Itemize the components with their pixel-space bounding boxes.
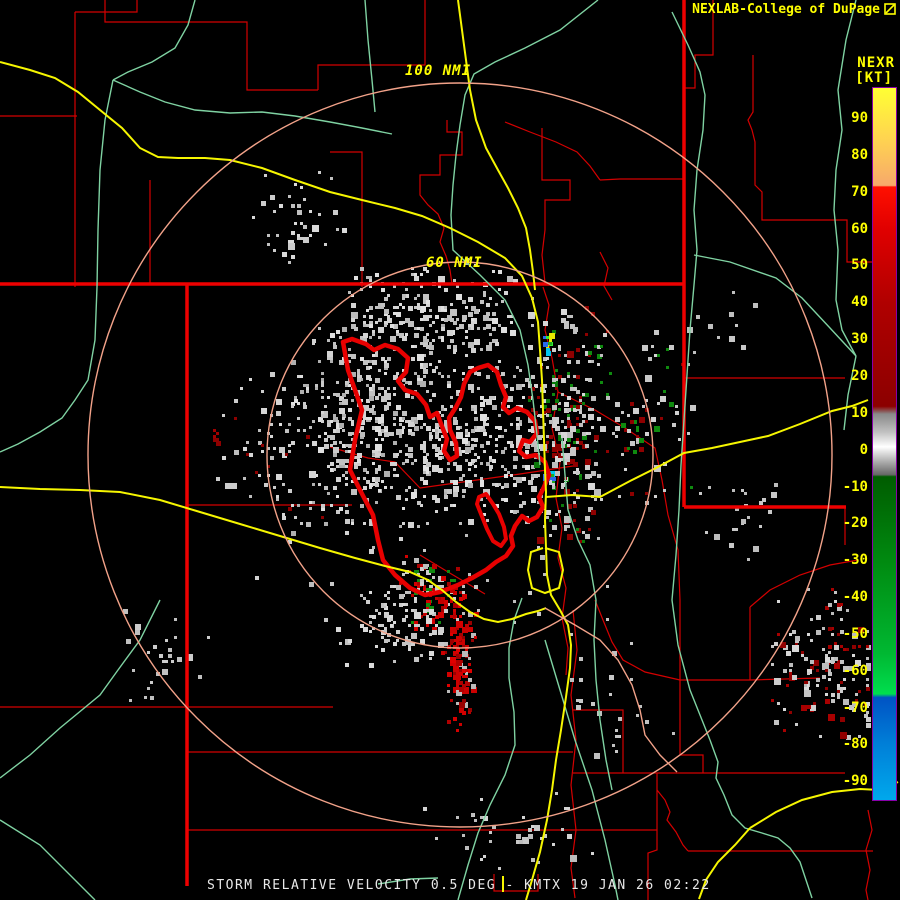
colorbar-tick: 60	[851, 220, 868, 237]
colorbar-tick: -40	[842, 589, 868, 606]
colorbar-tick: 40	[851, 294, 868, 311]
echo-cluster-south-red-column	[441, 597, 479, 732]
colorbar-tick: 50	[851, 257, 868, 274]
branding-text: NEXLAB-College of DuPage	[692, 2, 880, 17]
colorbar-tick: 30	[851, 331, 868, 348]
echo-cluster-wide-scatter	[240, 276, 661, 682]
echo-cluster-nw-sparse	[252, 171, 347, 264]
colorbar-tick: -90	[842, 773, 868, 790]
colorbar-tick: -60	[842, 662, 868, 679]
echo-cluster-velocity-couplet-north	[543, 333, 555, 356]
range-ring-inner-label: 60 NMI	[426, 255, 483, 271]
colorbar-tick: 0	[859, 441, 868, 458]
product-title: STORM RELATIVE VELOCITY 0.5 DEG - KMTX 1…	[207, 878, 711, 893]
colorbar-tick: 70	[851, 183, 868, 200]
colorbar-tick: 90	[851, 110, 868, 126]
colorbar-tick: -10	[842, 478, 868, 495]
echo-cluster-right-mid-sparse	[699, 483, 778, 561]
range-ring-outer-label: 100 NMI	[405, 63, 472, 79]
echo-cluster-ne-sparse	[648, 291, 758, 366]
colorbar-tick: -20	[842, 515, 868, 532]
lake-outline	[340, 336, 552, 598]
branding: NEXLAB-College of DuPage	[692, 2, 896, 17]
units-label: [KT]	[855, 70, 893, 86]
cod-logo-icon	[884, 3, 896, 15]
echo-cluster-nw-red-spot	[213, 429, 221, 446]
colorbar-tick: -30	[842, 552, 868, 569]
radar-echoes	[123, 171, 871, 870]
echo-cluster-left-sparse	[123, 609, 210, 702]
colorbar-gradient	[872, 87, 897, 801]
colorbar-tick: -50	[842, 625, 868, 642]
product-label: NEXR	[857, 55, 895, 71]
radar-map	[0, 0, 899, 900]
radar-display: NEXLAB-College of DuPage NEXR [KT] 90 80 7…	[0, 0, 900, 900]
island-outline	[475, 492, 508, 548]
yellow-roads	[0, 0, 899, 900]
colorbar-tick: 20	[851, 367, 868, 384]
colorbar-tick: -70	[842, 699, 868, 716]
echo-cluster-south-gray	[336, 585, 448, 668]
colorbar-tick: 80	[851, 146, 868, 163]
echo-cluster-bottom-center-sparse	[423, 792, 594, 870]
colorbar-tick: 10	[851, 404, 868, 421]
colorbar-tick: -80	[842, 736, 868, 753]
